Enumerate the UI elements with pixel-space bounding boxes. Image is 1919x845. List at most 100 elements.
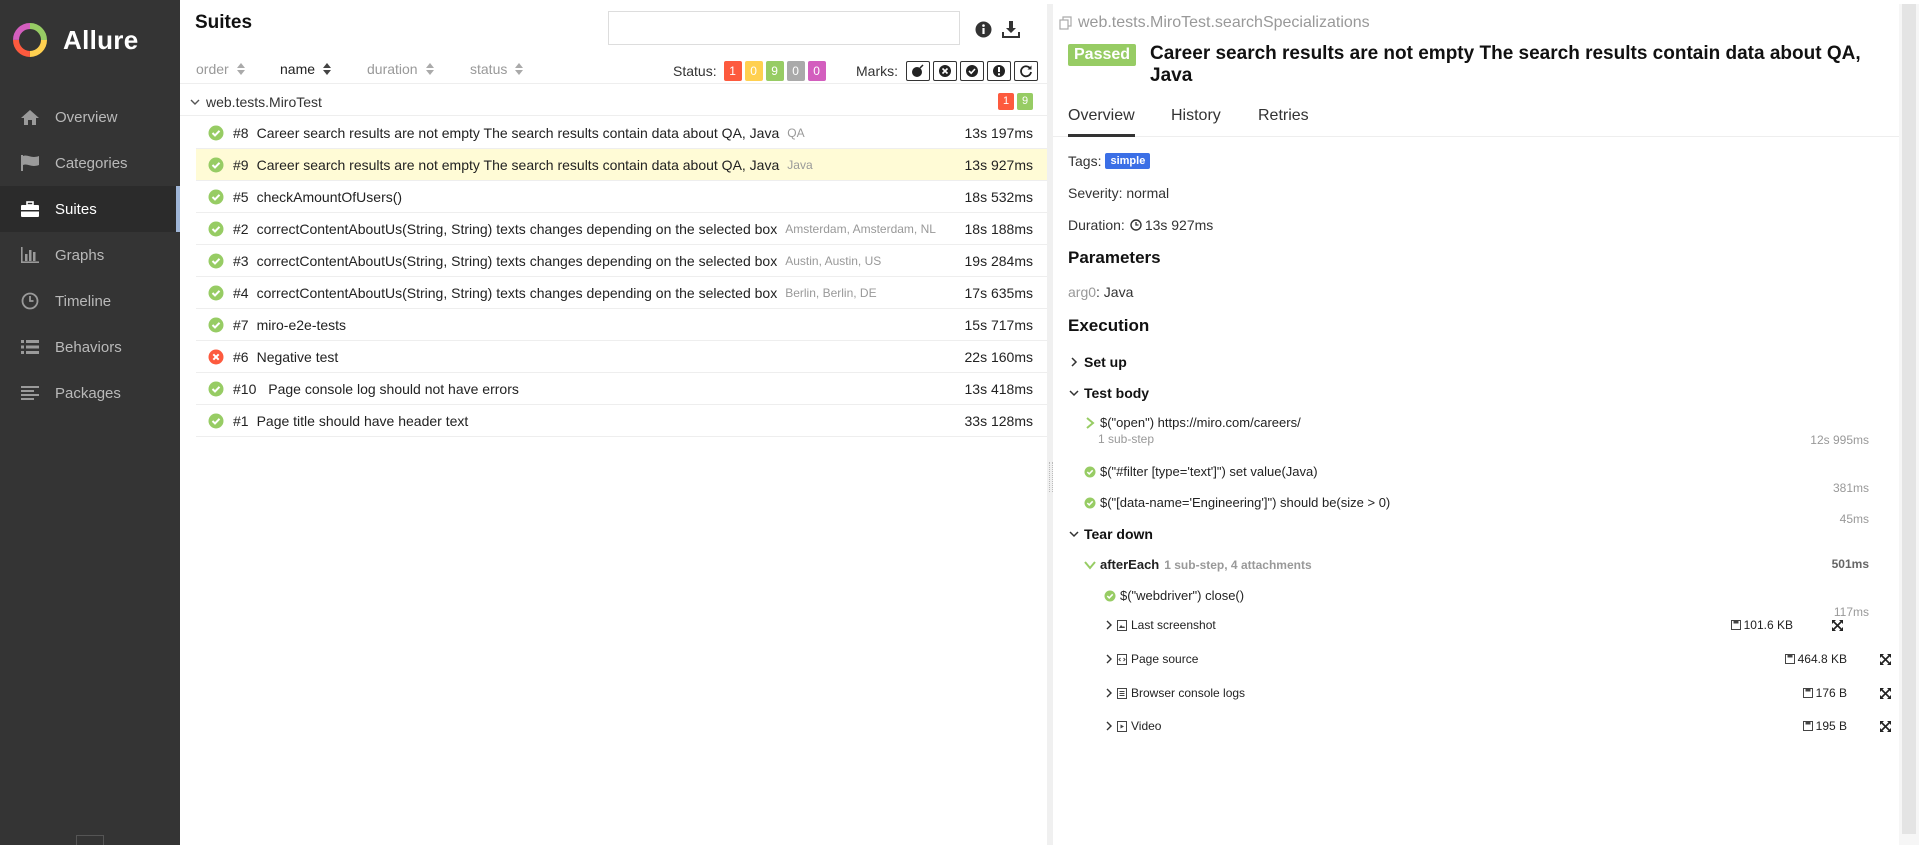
attachment-size: 101.6 KB	[1730, 618, 1793, 632]
test-duration: 13s 418ms	[964, 381, 1033, 397]
step-open-substeps: 1 sub-step	[1098, 432, 1155, 446]
step-open[interactable]: $("open") https://miro.com/careers/	[1084, 415, 1301, 430]
mark-new-passed-button[interactable]	[960, 61, 984, 81]
sidebar-item-categories[interactable]: Categories	[0, 140, 180, 186]
video-file-icon	[1117, 720, 1127, 732]
sidebar-item-overview[interactable]: Overview	[0, 94, 180, 140]
step-open-duration: 12s 995ms	[1810, 433, 1869, 447]
sort-by-status[interactable]: status	[470, 61, 524, 77]
align-left-icon	[18, 383, 42, 403]
attachment-video[interactable]: Video	[1105, 719, 1161, 733]
test-duration: 18s 188ms	[964, 221, 1033, 237]
floppy-icon	[1784, 654, 1795, 664]
sidebar-item-label: Packages	[55, 384, 121, 402]
list-icon	[18, 337, 42, 357]
info-icon[interactable]	[972, 18, 994, 40]
scrollbar-thumb[interactable]	[1902, 4, 1916, 834]
tab-retries[interactable]: Retries	[1258, 107, 1309, 137]
tags-label: Tags:	[1068, 153, 1102, 169]
expand-icon[interactable]	[1831, 619, 1844, 632]
sort-arrows-icon	[323, 63, 332, 75]
test-name: correctContentAboutUs(String, String) te…	[256, 252, 778, 269]
check-circle-icon	[208, 189, 224, 204]
test-name: checkAmountOfUsers()	[256, 188, 403, 205]
sidebar-item-packages[interactable]: Packages	[0, 370, 180, 416]
test-duration: 19s 284ms	[964, 253, 1033, 269]
check-circle-icon	[208, 381, 224, 396]
sort-by-name[interactable]: name	[280, 61, 332, 77]
test-body-section[interactable]: Test body	[1068, 385, 1149, 401]
copy-icon[interactable]	[1059, 16, 1072, 30]
detail-scrollbar[interactable]	[1899, 4, 1919, 845]
chevron-right-icon	[1106, 654, 1112, 664]
step-close[interactable]: $("webdriver") close()	[1104, 588, 1244, 603]
tab-history[interactable]: History	[1171, 107, 1221, 137]
parameter-name: arg0	[1068, 284, 1097, 300]
test-parameters: Amsterdam, Amsterdam, NL	[785, 221, 936, 236]
allure-logo-icon	[13, 23, 47, 57]
test-duration: 22s 160ms	[964, 349, 1033, 365]
step-should-be-duration: 45ms	[1839, 512, 1869, 526]
attachment-size: 195 B	[1802, 719, 1847, 733]
sidebar-item-behaviors[interactable]: Behaviors	[0, 324, 180, 370]
status-filter-skipped[interactable]: 0	[786, 61, 805, 81]
attachment-browser-console-logs[interactable]: Browser console logs	[1105, 686, 1245, 700]
test-result-row[interactable]: #8 Career search results are not empty Th…	[196, 117, 1047, 149]
bar-chart-icon	[18, 245, 42, 265]
check-circle-icon	[208, 157, 224, 172]
test-result-row[interactable]: #9 Career search results are not empty Th…	[196, 149, 1047, 181]
tab-overview[interactable]: Overview	[1068, 107, 1135, 137]
sort-by-duration[interactable]: duration	[367, 61, 434, 77]
floppy-icon	[1730, 620, 1741, 630]
step-should-be[interactable]: $("[data-name='Engineering']") should be…	[1084, 495, 1390, 510]
sidebar-collapse-button[interactable]	[76, 835, 104, 845]
check-circle-icon	[208, 413, 224, 428]
check-circle-icon	[1084, 466, 1096, 477]
test-result-row[interactable]: #1 Page title should have header text 33s …	[196, 405, 1047, 437]
mark-new-failed-button[interactable]	[933, 61, 957, 81]
attachment-page-source[interactable]: Page source	[1105, 652, 1198, 666]
expand-icon[interactable]	[1879, 653, 1892, 666]
test-result-row[interactable]: #6 Negative test 22s 160ms	[196, 341, 1047, 373]
suite-group-row[interactable]: web.tests.MiroTest 1 9	[180, 88, 1047, 116]
test-parameters: Berlin, Berlin, DE	[785, 285, 877, 300]
test-name: Page title should have header text	[256, 412, 469, 429]
sidebar-item-label: Graphs	[55, 246, 105, 264]
brand[interactable]: Allure	[0, 0, 180, 80]
parameters-heading: Parameters	[1068, 248, 1161, 267]
download-icon[interactable]	[1000, 18, 1022, 40]
after-each-step[interactable]: afterEach 1 sub-step, 4 attachments	[1084, 557, 1312, 572]
detail-tabs: Overview History Retries	[1053, 99, 1899, 137]
test-duration: 17s 635ms	[964, 285, 1033, 301]
attachment-last-screenshot[interactable]: Last screenshot	[1105, 618, 1216, 632]
status-filter-passed[interactable]: 9	[765, 61, 784, 81]
test-order-number: #10	[233, 380, 257, 397]
teardown-section[interactable]: Tear down	[1068, 526, 1153, 542]
expand-icon[interactable]	[1879, 687, 1892, 700]
check-circle-icon	[966, 65, 978, 77]
mark-retries-button[interactable]	[1014, 61, 1038, 81]
sidebar-item-timeline[interactable]: Timeline	[0, 278, 180, 324]
test-result-row[interactable]: #2 correctContentAboutUs(String, String) …	[196, 213, 1047, 245]
status-filter-failed[interactable]: 1	[723, 61, 742, 81]
floppy-icon	[1802, 721, 1813, 731]
status-filter-unknown[interactable]: 0	[807, 61, 826, 81]
expand-icon[interactable]	[1879, 720, 1892, 733]
test-result-row[interactable]: #7 miro-e2e-tests 15s 717ms	[196, 309, 1047, 341]
status-filter-broken[interactable]: 0	[744, 61, 763, 81]
search-input[interactable]	[608, 11, 960, 45]
sidebar-item-label: Timeline	[55, 292, 112, 310]
sort-by-order[interactable]: order	[196, 61, 245, 77]
mark-flaky-button[interactable]	[906, 61, 930, 81]
setup-section[interactable]: Set up	[1068, 354, 1127, 370]
test-result-row[interactable]: #5 checkAmountOfUsers() 18s 532ms	[196, 181, 1047, 213]
mark-new-broken-button[interactable]	[987, 61, 1011, 81]
test-result-row[interactable]: #3 correctContentAboutUs(String, String) …	[196, 245, 1047, 277]
test-result-row[interactable]: #10 Page console log should not have err…	[196, 373, 1047, 405]
step-set-value-duration: 381ms	[1832, 481, 1869, 495]
sidebar-item-graphs[interactable]: Graphs	[0, 232, 180, 278]
sidebar-item-suites[interactable]: Suites	[0, 186, 180, 232]
chevron-down-icon	[1069, 390, 1079, 397]
step-set-value[interactable]: $("#filter [type='text']") set value(Jav…	[1084, 464, 1318, 479]
test-result-row[interactable]: #4 correctContentAboutUs(String, String) …	[196, 277, 1047, 309]
